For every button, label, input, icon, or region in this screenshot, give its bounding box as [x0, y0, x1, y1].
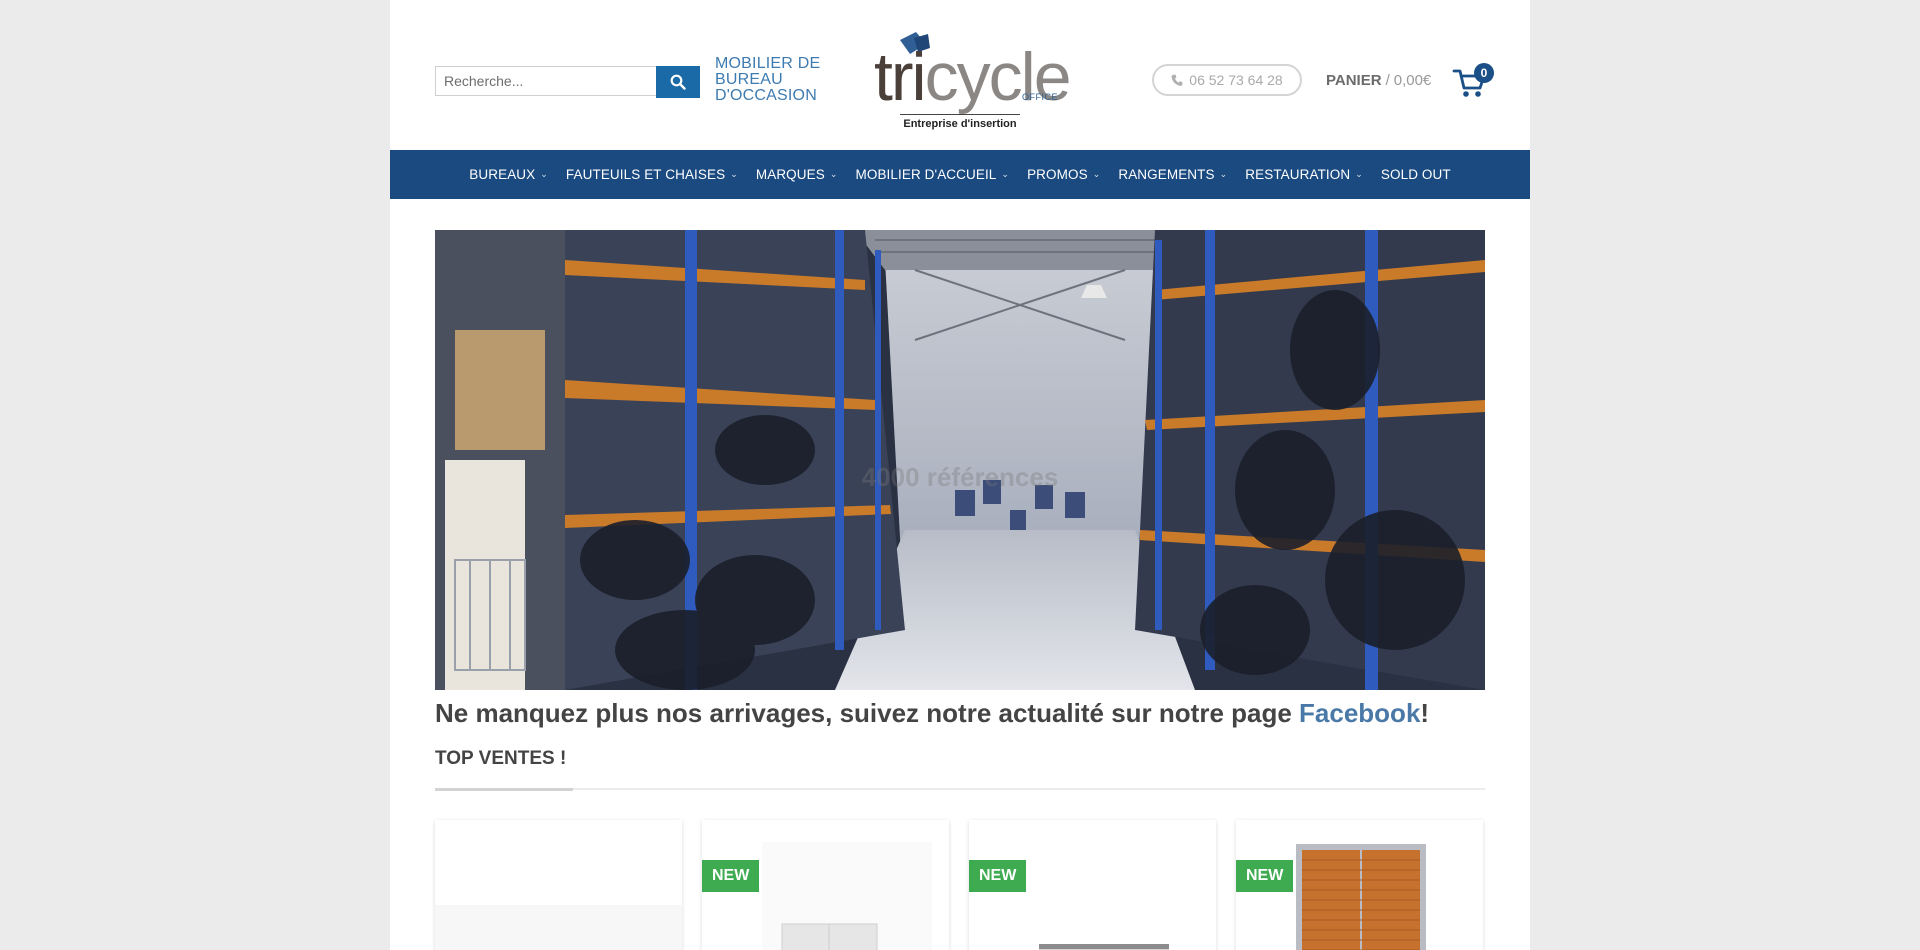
main-nav: BUREAUX ⌄ FAUTEUILS ET CHAISES ⌄ MARQUES…	[390, 150, 1530, 199]
section-divider	[435, 788, 1485, 790]
section-divider-accent	[435, 788, 573, 791]
nav-item-fauteuils-et-chaises[interactable]: FAUTEUILS ET CHAISES ⌄	[557, 167, 747, 182]
nav-item-restauration[interactable]: RESTAURATION ⌄	[1236, 167, 1372, 182]
product-card[interactable]: NEW	[1236, 820, 1483, 950]
hero-banner[interactable]: 4000 références	[435, 230, 1485, 690]
chevron-down-icon: ⌄	[730, 169, 738, 179]
cart-separator: /	[1385, 72, 1390, 89]
product-image	[435, 905, 682, 950]
logo-word-tri: tri	[874, 39, 927, 115]
chevron-down-icon: ⌄	[829, 169, 838, 179]
site-logo[interactable]: tricycle OFFICE Entreprise d'insertion	[864, 28, 1072, 138]
logo-divider	[900, 114, 1020, 115]
nav-item-label: SOLD OUT	[1380, 167, 1451, 182]
search-form	[435, 66, 700, 98]
nav-item-marques[interactable]: MARQUES ⌄	[747, 167, 847, 182]
nav-item-rangements[interactable]: RANGEMENTS ⌄	[1109, 167, 1236, 182]
search-icon	[670, 74, 686, 90]
nav-item-label: MOBILIER D'ACCUEIL	[855, 167, 997, 182]
nav-item-label: RESTAURATION	[1245, 167, 1351, 182]
phone-button[interactable]: 06 52 73 64 28	[1152, 64, 1302, 96]
announcement-text: Ne manquez plus nos arrivages, suivez no…	[435, 698, 1300, 728]
top-sales-title: TOP VENTES !	[435, 748, 567, 769]
product-card[interactable]: NEW	[702, 820, 949, 950]
chevron-down-icon: ⌄	[1355, 169, 1363, 179]
phone-number: 06 52 73 64 28	[1189, 72, 1283, 88]
chevron-down-icon: ⌄	[1092, 169, 1101, 179]
top-sales-products: NEW NEW NEW	[435, 820, 1485, 950]
new-badge: NEW	[702, 860, 760, 892]
logo-suffix: OFFICE	[1022, 92, 1058, 102]
cart-amount: 0,00€	[1393, 72, 1432, 89]
page: MOBILIER DE BUREAU D'OCCASION tricycle O…	[390, 0, 1530, 950]
search-input[interactable]	[435, 66, 656, 96]
nav-item-mobilier-accueil[interactable]: MOBILIER D'ACCUEIL ⌄	[847, 167, 1019, 182]
cart-link[interactable]: PANIER / 0,00€	[1326, 72, 1431, 89]
search-button[interactable]	[656, 66, 700, 98]
product-card[interactable]	[435, 820, 682, 950]
site-header: MOBILIER DE BUREAU D'OCCASION tricycle O…	[390, 0, 1530, 150]
hero-caption: 4000 références	[861, 462, 1059, 492]
nav-item-label: FAUTEUILS ET CHAISES	[565, 167, 726, 182]
nav-item-sold-out[interactable]: SOLD OUT	[1372, 167, 1460, 182]
new-badge: NEW	[969, 860, 1027, 892]
cart-label: PANIER	[1326, 72, 1382, 89]
announcement-suffix: !	[1420, 698, 1430, 728]
chevron-down-icon: ⌄	[1219, 169, 1228, 179]
phone-icon	[1171, 74, 1183, 86]
hero-warehouse-image	[435, 230, 1485, 690]
nav-item-label: PROMOS	[1027, 167, 1088, 182]
facebook-announcement: Ne manquez plus nos arrivages, suivez no…	[435, 698, 1429, 729]
logo-subtitle: Entreprise d'insertion	[903, 118, 1017, 130]
product-card[interactable]: NEW	[969, 820, 1216, 950]
cart-count-badge: 0	[1474, 63, 1494, 83]
chevron-down-icon: ⌄	[1001, 169, 1010, 179]
chevron-down-icon: ⌄	[540, 169, 548, 179]
nav-item-label: BUREAUX	[469, 167, 536, 182]
site-tagline: MOBILIER DE BUREAU D'OCCASION	[715, 55, 821, 104]
nav-item-promos[interactable]: PROMOS ⌄	[1018, 167, 1109, 182]
nav-item-label: RANGEMENTS	[1118, 167, 1215, 182]
facebook-link[interactable]: Facebook	[1299, 698, 1420, 728]
nav-item-label: MARQUES	[755, 167, 825, 182]
logo-word-cycle: cycle	[924, 39, 1072, 115]
new-badge: NEW	[1236, 860, 1294, 892]
nav-item-bureaux[interactable]: BUREAUX ⌄	[460, 167, 557, 182]
